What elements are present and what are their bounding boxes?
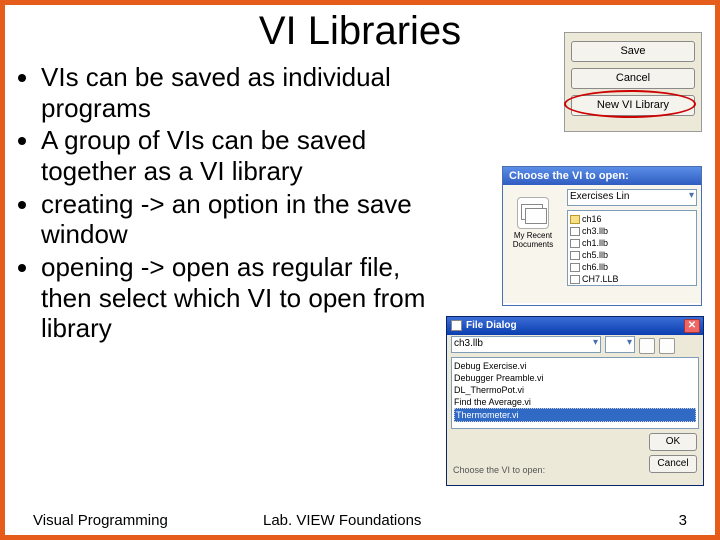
vi-list[interactable]: Debug Exercise.vi Debugger Preamble.vi D… (451, 357, 699, 429)
vi-icon (570, 239, 580, 248)
ok-button[interactable]: OK (649, 433, 697, 451)
prompt-label: Choose the VI to open: (453, 465, 545, 475)
toolbar-button[interactable] (639, 338, 655, 354)
app-icon (451, 320, 462, 331)
save-button[interactable]: Save (571, 41, 695, 62)
cancel-button[interactable]: Cancel (571, 68, 695, 89)
toolbar: ch3.llb (447, 335, 703, 357)
dialog-title: File Dialog (451, 320, 517, 331)
list-item[interactable]: ch3.llb (570, 225, 694, 237)
vi-icon (570, 275, 580, 284)
toolbar-button[interactable] (659, 338, 675, 354)
screenshots-panel: Save Cancel New VI Library Choose the VI… (437, 62, 702, 346)
bullet-item: VIs can be saved as individual programs (41, 62, 437, 123)
file-list[interactable]: ch16 ch3.llb ch1.llb ch5.llb ch6.llb CH7… (567, 210, 697, 286)
footer-left: Visual Programming (33, 512, 263, 529)
dialog-title: Choose the VI to open: (503, 167, 701, 185)
folder-icon (570, 215, 580, 224)
bullet-item: creating -> an option in the save window (41, 189, 437, 250)
recent-docs-label: My Recent Documents (505, 231, 561, 249)
vi-icon (570, 251, 580, 260)
list-item[interactable]: Debugger Preamble.vi (454, 372, 696, 384)
filter-dropdown[interactable] (605, 336, 635, 353)
close-button[interactable]: ✕ (684, 319, 700, 333)
list-item[interactable]: ch6.llb (570, 261, 694, 273)
list-item[interactable]: ch1.llb (570, 237, 694, 249)
bullet-item: A group of VIs can be saved together as … (41, 125, 437, 186)
list-item[interactable]: ch16 (570, 213, 694, 225)
new-vi-library-button[interactable]: New VI Library (571, 95, 695, 116)
list-item[interactable]: Debug Exercise.vi (454, 360, 696, 372)
list-item[interactable]: DL_ThermoPot.vi (454, 384, 696, 396)
page-number: 3 (483, 512, 687, 529)
places-bar: My Recent Documents (503, 185, 563, 303)
bullet-list: VIs can be saved as individual programs … (17, 62, 437, 346)
bullet-item: opening -> open as regular file, then se… (41, 252, 437, 344)
vi-icon (570, 263, 580, 272)
footer-center: Lab. VIEW Foundations (263, 512, 483, 529)
list-item[interactable]: ch5.llb (570, 249, 694, 261)
lookin-dropdown[interactable]: Exercises Lin (567, 189, 697, 206)
footer: Visual Programming Lab. VIEW Foundations… (5, 512, 715, 529)
cancel-button[interactable]: Cancel (649, 455, 697, 473)
choose-vi-dialog: Choose the VI to open: My Recent Documen… (502, 166, 702, 306)
list-item-selected[interactable]: Thermometer.vi (454, 408, 696, 422)
file-dialog: File Dialog ✕ ch3.llb Debug Exercise.vi … (446, 316, 704, 486)
list-item[interactable]: Find the Average.vi (454, 396, 696, 408)
list-item[interactable]: CH7.LLB (570, 273, 694, 285)
recent-docs-icon[interactable] (517, 197, 549, 229)
content-area: VIs can be saved as individual programs … (5, 62, 715, 346)
library-dropdown[interactable]: ch3.llb (451, 336, 601, 353)
vi-icon (570, 227, 580, 236)
save-panel: Save Cancel New VI Library (564, 32, 702, 132)
